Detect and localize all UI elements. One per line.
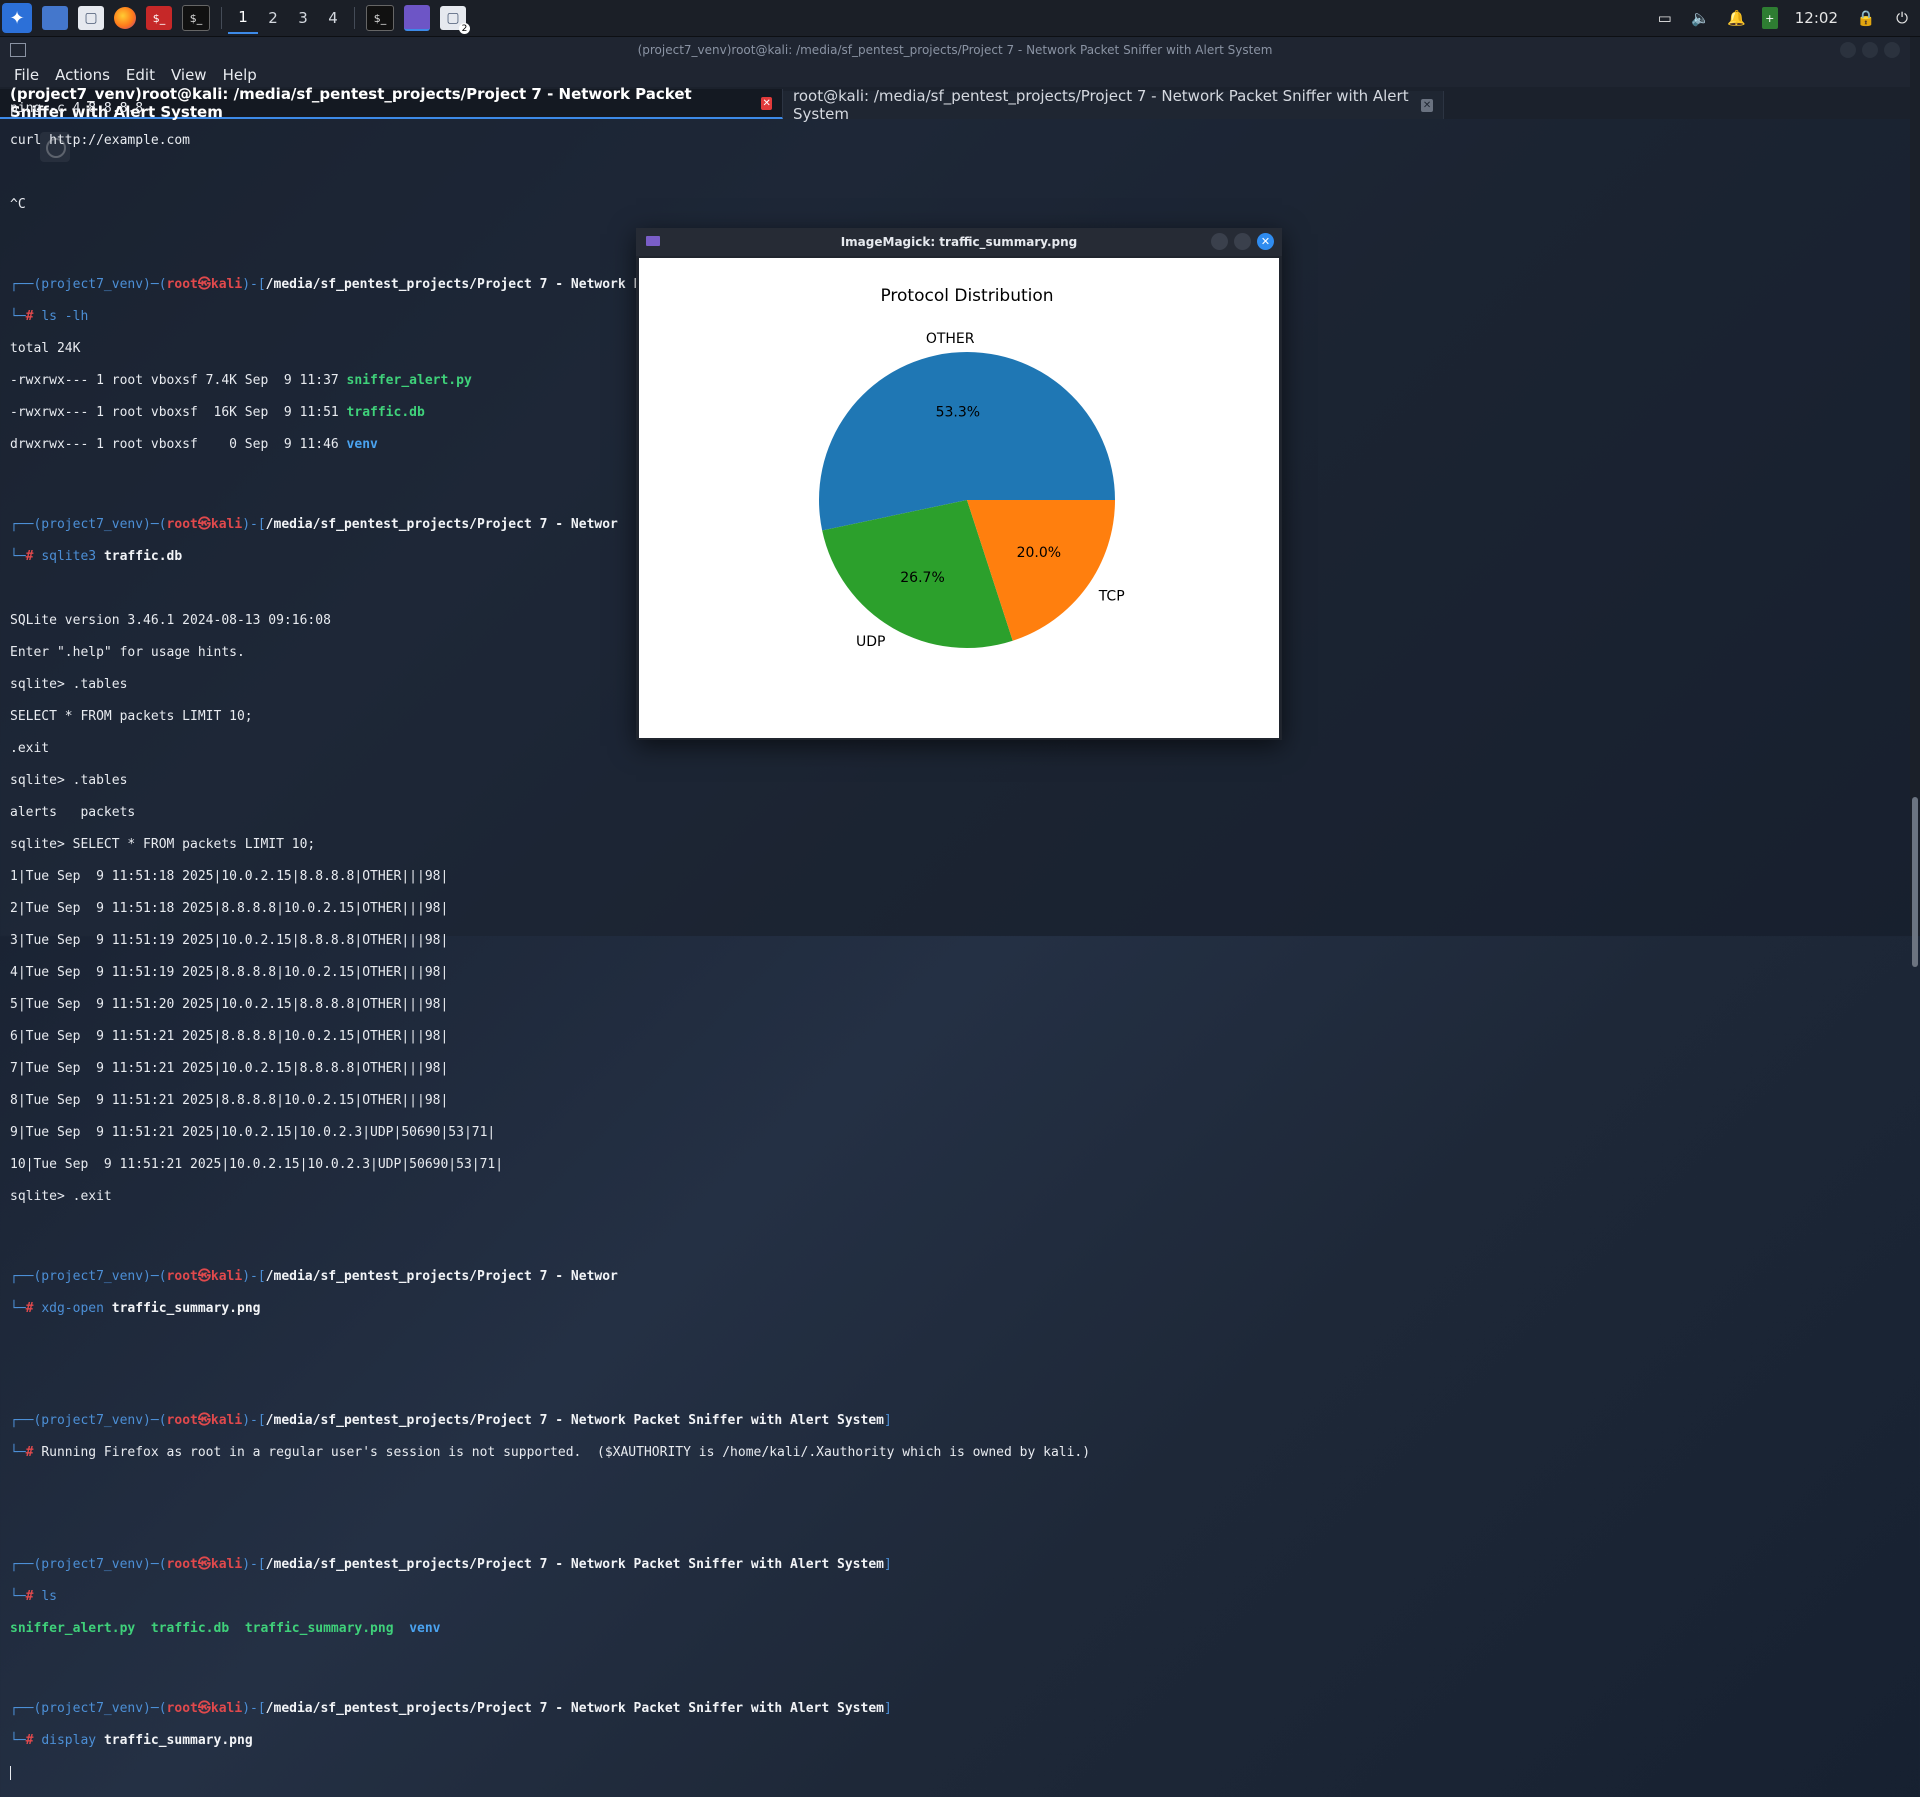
prompt-line: ┌──(project7_venv)─(root㉿kali)-[/media/s…: [10, 1413, 892, 1428]
im-minimize-button[interactable]: [1211, 233, 1228, 250]
workspace-1[interactable]: 1: [228, 2, 258, 34]
pie-category-label: OTHER: [926, 331, 975, 347]
terminal-titlebar[interactable]: (project7_venv)root@kali: /media/sf_pent…: [0, 37, 1910, 63]
maximize-button[interactable]: [1862, 42, 1878, 58]
table-row: 2|Tue Sep 9 11:51:18 2025|8.8.8.8|10.0.2…: [10, 901, 449, 916]
command-line: └─# ls: [10, 1589, 57, 1604]
pie-percent-label: 20.0%: [1017, 545, 1061, 561]
terminal-window-icon: [10, 43, 26, 57]
imagemagick-titlebar[interactable]: ImageMagick: traffic_summary.png ✕: [636, 228, 1282, 256]
close-button[interactable]: [1884, 42, 1900, 58]
command-line: └─# display traffic_summary.png: [10, 1733, 253, 1748]
taskbar: ✦ ▢ $_ $_ 1 2 3 4 $_ ▢ 2 ▭ 🔈 🔔 + 12:02 🔒…: [0, 0, 1920, 37]
cursor-line: [10, 1765, 1890, 1781]
file-manager-icon[interactable]: ▢: [78, 6, 104, 30]
pie-category-label: UDP: [856, 634, 885, 650]
pie-category-label: TCP: [1098, 589, 1125, 605]
output-line: ping -c 4 8.8.8.8: [10, 101, 144, 116]
minimize-button[interactable]: [1840, 42, 1856, 58]
display-icon[interactable]: ▭: [1654, 7, 1676, 29]
imagemagick-app-icon: [646, 236, 660, 246]
prompt-line: ┌──(project7_venv)─(root㉿kali)-[/media/s…: [10, 1269, 618, 1284]
prompt-line: ┌──(project7_venv)─(root㉿kali)-[/media/s…: [10, 1557, 892, 1572]
table-row: 1|Tue Sep 9 11:51:18 2025|10.0.2.15|8.8.…: [10, 869, 449, 884]
table-row: 7|Tue Sep 9 11:51:21 2025|10.0.2.15|8.8.…: [10, 1061, 449, 1076]
imagemagick-window: ImageMagick: traffic_summary.png ✕ Proto…: [636, 228, 1282, 740]
table-row: 10|Tue Sep 9 11:51:21 2025|10.0.2.15|10.…: [10, 1157, 504, 1172]
notification-bell-icon[interactable]: 🔔: [1726, 7, 1748, 29]
table-row: 9|Tue Sep 9 11:51:21 2025|10.0.2.15|10.0…: [10, 1125, 496, 1140]
output-line: sqlite> .exit: [10, 1189, 112, 1204]
table-row: 3|Tue Sep 9 11:51:19 2025|10.0.2.15|8.8.…: [10, 933, 449, 948]
command-line: └─# Running Firefox as root in a regular…: [10, 1445, 1091, 1460]
terminal-icon[interactable]: $_: [182, 5, 210, 31]
menu-help[interactable]: Help: [223, 66, 257, 84]
workspace-2[interactable]: 2: [258, 3, 288, 33]
power-icon[interactable]: ⏻: [1891, 7, 1913, 29]
pie-chart: Protocol Distribution 53.3% OTHER 26.7% UDP…: [819, 286, 1125, 650]
output-line: sqlite> SELECT * FROM packets LIMIT 10;: [10, 837, 316, 852]
window-folder-icon[interactable]: ▢ 2: [440, 6, 470, 34]
workspace-3[interactable]: 3: [288, 3, 318, 33]
root-terminal-icon[interactable]: $_: [146, 6, 172, 30]
output-line: curl http://example.com: [10, 133, 191, 148]
taskbar-separator: [354, 7, 355, 29]
output-line: alerts packets: [10, 805, 136, 820]
clock[interactable]: 12:02: [1795, 9, 1838, 27]
kali-menu-icon[interactable]: ✦: [2, 3, 32, 33]
output-line: .exit: [10, 741, 50, 756]
text-cursor: [10, 1765, 11, 1780]
output-line: sqlite> .tables: [10, 773, 128, 788]
notification-badge: 2: [459, 23, 470, 34]
volume-icon[interactable]: 🔈: [1690, 7, 1712, 29]
pie-percent-label: 26.7%: [900, 570, 944, 586]
menu-actions[interactable]: Actions: [55, 66, 110, 84]
desktop-icon[interactable]: [42, 6, 68, 30]
pie-percent-label: 53.3%: [936, 405, 980, 421]
table-row: 4|Tue Sep 9 11:51:19 2025|8.8.8.8|10.0.2…: [10, 965, 449, 980]
table-row: 6|Tue Sep 9 11:51:21 2025|8.8.8.8|10.0.2…: [10, 1029, 449, 1044]
terminal-scrollbar[interactable]: [1910, 37, 1920, 967]
workspace-4[interactable]: 4: [318, 3, 348, 33]
command-line: └─# xdg-open traffic_summary.png: [10, 1301, 261, 1316]
output-line: sniffer_alert.py traffic.db traffic_summ…: [10, 1621, 441, 1636]
system-tray: ▭ 🔈 🔔 + 12:02 🔒 ⏻: [1647, 0, 1920, 36]
window-imagemagick-icon[interactable]: [404, 5, 430, 31]
imagemagick-window-title: ImageMagick: traffic_summary.png: [840, 235, 1078, 249]
chart-title: Protocol Distribution: [880, 286, 1053, 306]
battery-icon[interactable]: +: [1761, 7, 1778, 29]
menu-file[interactable]: File: [14, 66, 39, 84]
lock-icon[interactable]: 🔒: [1855, 7, 1877, 29]
image-canvas[interactable]: Protocol Distribution 53.3% OTHER 26.7% UDP…: [639, 258, 1279, 738]
menu-view[interactable]: View: [171, 66, 207, 84]
table-row: 8|Tue Sep 9 11:51:21 2025|8.8.8.8|10.0.2…: [10, 1093, 449, 1108]
im-close-button[interactable]: ✕: [1257, 233, 1274, 250]
scrollbar-thumb[interactable]: [1912, 797, 1918, 967]
window-terminal-icon[interactable]: $_: [366, 5, 394, 31]
firefox-icon[interactable]: [114, 7, 136, 29]
menu-bar: File Actions Edit View Help: [0, 63, 1910, 87]
table-row: 5|Tue Sep 9 11:51:20 2025|10.0.2.15|8.8.…: [10, 997, 449, 1012]
output-line: ^C: [10, 197, 26, 212]
prompt-line: ┌──(project7_venv)─(root㉿kali)-[/media/s…: [10, 1701, 892, 1716]
taskbar-separator: [221, 7, 222, 29]
menu-edit[interactable]: Edit: [126, 66, 155, 84]
im-maximize-button[interactable]: [1234, 233, 1251, 250]
terminal-window-title: (project7_venv)root@kali: /media/sf_pent…: [637, 43, 1273, 57]
